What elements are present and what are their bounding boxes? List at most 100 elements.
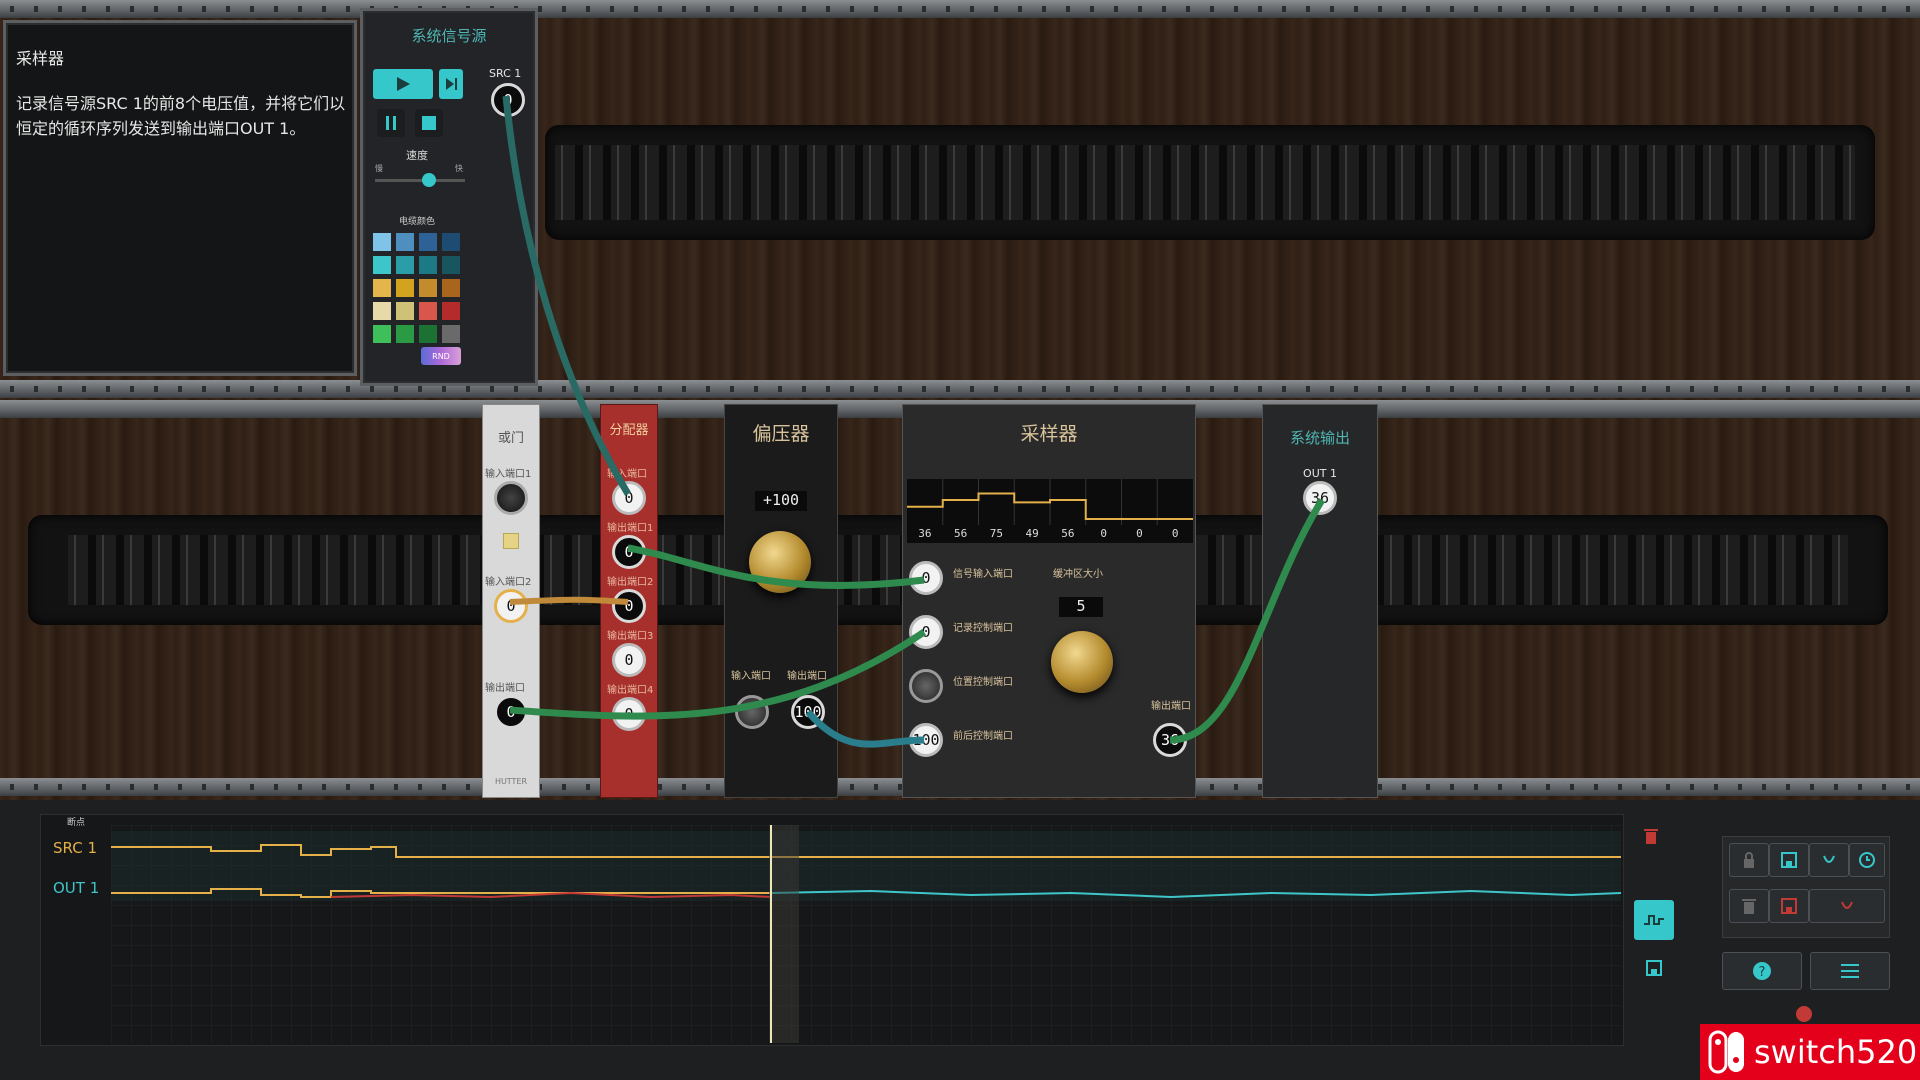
cable-color-swatch[interactable] <box>442 325 460 343</box>
sampler-out-port[interactable]: 36 <box>1153 723 1187 757</box>
undo-button[interactable] <box>1809 843 1849 877</box>
distributor-out2-label: 输出端口2 <box>607 577 654 588</box>
sampler-buffer-cell: 56 <box>954 527 968 540</box>
switch-logo-icon <box>1708 1030 1744 1074</box>
stop-icon <box>422 116 436 130</box>
play-button[interactable] <box>373 69 433 99</box>
distributor-out3-port[interactable]: 0 <box>612 643 646 677</box>
cable-color-swatch[interactable] <box>373 279 391 297</box>
sampler-record-port[interactable]: 0 <box>909 615 943 649</box>
or-out-port[interactable]: 0 <box>494 695 528 729</box>
cable-color-swatch[interactable] <box>419 279 437 297</box>
or-in1-label: 输入端口1 <box>485 469 532 480</box>
svg-text:?: ? <box>1759 965 1766 980</box>
pause-icon <box>386 116 396 130</box>
sampler-signal-in-port[interactable]: 0 <box>909 561 943 595</box>
sampler-buffer-size-knob[interactable] <box>1051 631 1113 693</box>
save-button[interactable] <box>1634 950 1674 986</box>
delete-slot-button[interactable] <box>1769 889 1809 923</box>
cable-color-swatch[interactable] <box>442 279 460 297</box>
sampler-module: 采样器 36 56 75 49 56 0 0 0 0 信号输入端口 缓冲区大小 0 记录控制端… <box>902 404 1196 798</box>
oscilloscope: 断点 SRC 1 OUT 1 <box>40 814 1624 1046</box>
random-color-button[interactable]: RND <box>421 347 461 365</box>
distributor-title: 分配器 <box>609 423 649 438</box>
sampler-buffer-size-display: 5 <box>1059 597 1103 617</box>
cable-color-swatch[interactable] <box>442 302 460 320</box>
help-button[interactable]: ? <box>1722 952 1802 990</box>
or-in2-port[interactable]: 0 <box>494 589 528 623</box>
cable-color-swatch[interactable] <box>419 325 437 343</box>
watermark-text: switch520 <box>1754 1033 1918 1071</box>
stop-button[interactable] <box>415 109 443 137</box>
sampler-buffer-size-label: 缓冲区大小 <box>1053 569 1103 580</box>
cable-color-swatch[interactable] <box>373 302 391 320</box>
or-in2-label: 输入端口2 <box>485 577 532 588</box>
biaser-knob[interactable] <box>749 531 811 593</box>
trash-icon <box>1644 829 1658 844</box>
distributor-out4-label: 输出端口4 <box>607 685 654 696</box>
cable-color-swatch[interactable] <box>442 256 460 274</box>
biaser-out-label: 输出端口 <box>787 671 827 682</box>
timer-button[interactable] <box>1849 843 1885 877</box>
distributor-out4-port[interactable]: 0 <box>612 697 646 731</box>
sampler-buffer-values: 36 56 75 49 56 0 0 0 <box>907 525 1193 543</box>
out1-label: OUT 1 <box>1303 467 1337 480</box>
cable-color-swatch[interactable] <box>396 325 414 343</box>
waveform-icon <box>1644 915 1664 925</box>
rail-holes <box>0 6 1920 12</box>
or-gate-title: 或门 <box>497 431 524 446</box>
speed-slider-track[interactable] <box>375 173 465 187</box>
cable-color-swatch[interactable] <box>419 256 437 274</box>
distributor-out1-port[interactable]: 0 <box>612 535 646 569</box>
cable-color-swatch[interactable] <box>396 302 414 320</box>
reset-button[interactable] <box>1809 889 1885 923</box>
distributor-in-port[interactable]: 0 <box>612 481 646 515</box>
clock-icon <box>1859 852 1875 868</box>
pause-button[interactable] <box>377 109 405 137</box>
distributor-module: 分配器 输入端口 0 输出端口1 0 输出端口2 0 输出端口3 0 输出端口4… <box>600 404 658 798</box>
lock-button[interactable] <box>1729 843 1769 877</box>
biaser-module: 偏压器 +100 输入端口 输出端口 100 <box>724 404 838 798</box>
distributor-out2-port[interactable]: 0 <box>612 589 646 623</box>
save-icon <box>1781 852 1797 868</box>
distributor-in-label: 输入端口 <box>607 469 647 480</box>
sampler-record-label: 记录控制端口 <box>953 623 1013 634</box>
waveform-view-button[interactable] <box>1634 900 1674 940</box>
cable-color-swatch[interactable] <box>373 256 391 274</box>
sampler-signal-in-label: 信号输入端口 <box>953 569 1013 580</box>
reset-icon <box>1841 901 1853 909</box>
cable-color-swatch[interactable] <box>373 233 391 251</box>
src1-port[interactable]: 0 <box>491 83 525 117</box>
menu-button[interactable] <box>1810 952 1890 990</box>
cable-color-swatch[interactable] <box>396 279 414 297</box>
sampler-buffer-cell: 0 <box>1136 527 1143 540</box>
cable-color-swatch[interactable] <box>396 233 414 251</box>
sampler-buffer-cell: 56 <box>1061 527 1075 540</box>
cable-color-swatch[interactable] <box>419 302 437 320</box>
cable-color-swatch[interactable] <box>442 233 460 251</box>
cable-color-swatch[interactable] <box>419 233 437 251</box>
task-description: 记录信号源SRC 1的前8个电压值，并将它们以恒定的循环序列发送到输出端口OUT… <box>16 94 346 138</box>
sampler-buffer-cell: 36 <box>918 527 932 540</box>
cable-color-palette <box>373 233 465 361</box>
biaser-in-port[interactable] <box>735 695 769 729</box>
trash-icon <box>1742 899 1756 914</box>
speed-slider-thumb[interactable] <box>422 173 436 187</box>
system-output-module: 系统输出 OUT 1 36 <box>1262 404 1378 798</box>
signal-source-panel: 系统信号源 SRC 1 0 速度 慢 快 电缆颜色 RND <box>360 8 538 386</box>
biaser-title: 偏压器 <box>752 423 810 445</box>
floppy-icon <box>1646 960 1662 976</box>
help-icon: ? <box>1753 962 1771 980</box>
save-slot-button[interactable] <box>1769 843 1809 877</box>
delete-track-button[interactable] <box>1632 820 1670 852</box>
src1-label: SRC 1 <box>489 67 522 80</box>
clear-button[interactable] <box>1729 889 1769 923</box>
or-in1-port[interactable] <box>494 481 528 515</box>
sampler-direction-port[interactable]: 100 <box>909 723 943 757</box>
biaser-out-port[interactable]: 100 <box>791 695 825 729</box>
out1-port[interactable]: 36 <box>1303 481 1337 515</box>
cable-color-swatch[interactable] <box>373 325 391 343</box>
step-button[interactable] <box>439 69 463 99</box>
cable-color-swatch[interactable] <box>396 256 414 274</box>
sampler-position-port[interactable] <box>909 669 943 703</box>
